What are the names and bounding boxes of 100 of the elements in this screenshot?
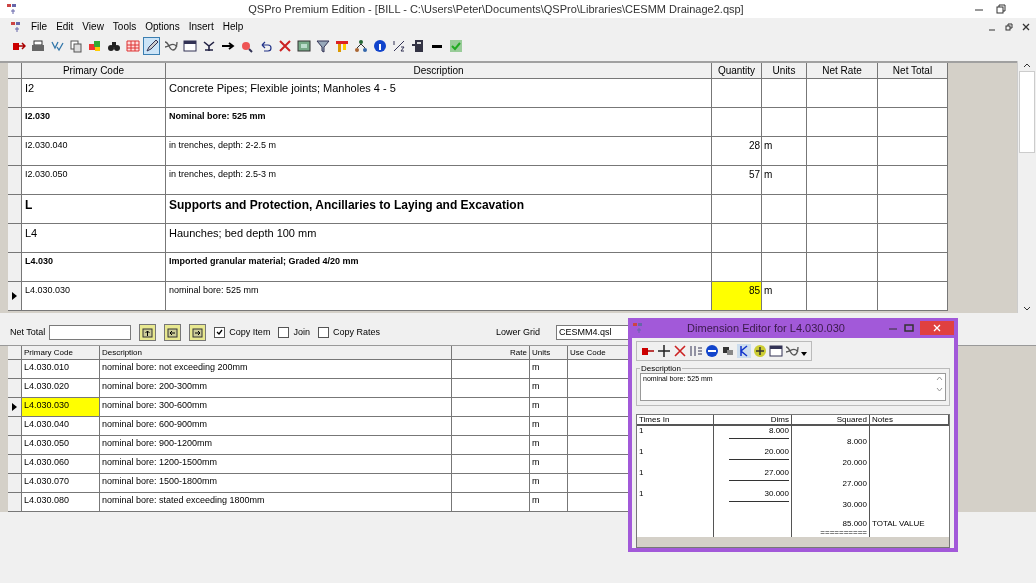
maximize-icon[interactable]: [904, 323, 914, 333]
column-header[interactable]: Description: [100, 346, 452, 360]
column-header[interactable]: Notes: [870, 415, 949, 424]
table-cell: [762, 108, 807, 137]
table-cell: Concrete Pipes; Flexible joints; Manholes 4 - 5: [166, 79, 712, 108]
window-icon: [769, 344, 783, 358]
checkmark-icon: [448, 39, 463, 53]
table-cell: Nominal bore: 525 mm: [166, 108, 712, 137]
table-cell: [878, 253, 948, 282]
column-header[interactable]: Primary Code: [22, 346, 100, 360]
column-header[interactable]: Quantity: [712, 63, 762, 79]
restore-icon[interactable]: [996, 4, 1006, 14]
frame-icon: [296, 39, 311, 53]
table-cell: [878, 195, 948, 224]
table-cell: [807, 224, 878, 253]
table-cell: nominal bore: 600-900mm: [100, 417, 452, 436]
table-cell: m: [530, 398, 568, 417]
table-cell: 30.000: [842, 500, 867, 509]
navigation-button[interactable]: [139, 323, 157, 341]
k-icon: [737, 344, 751, 358]
table-cell: nominal bore: 1200-1500mm: [100, 455, 452, 474]
table-cell: 1: [639, 489, 644, 498]
table-cell: [568, 493, 630, 512]
grid-icon: [125, 39, 140, 53]
table-cell: nominal bore: not exceeding 200mm: [100, 360, 452, 379]
toolbar-button[interactable]: [314, 37, 331, 55]
checkbox[interactable]: [214, 326, 226, 338]
checkbox[interactable]: [317, 326, 329, 338]
table-cell: [807, 108, 878, 137]
table-cell: [878, 282, 948, 311]
table-cell: L: [22, 195, 166, 224]
net-total-field[interactable]: [49, 324, 132, 340]
table-cell: nominal bore: 200-300mm: [100, 379, 452, 398]
stack-icon: [721, 344, 735, 358]
column-header[interactable]: Net Rate: [807, 63, 878, 79]
toolbar-button[interactable]: [371, 37, 388, 55]
table-cell: [807, 282, 878, 311]
column-header[interactable]: Primary Code: [22, 63, 166, 79]
field-label: Lower Grid: [495, 327, 540, 337]
bars-icon: [334, 39, 349, 53]
scroll-arrows-icon: [936, 375, 943, 393]
restore-icon[interactable]: [1005, 22, 1013, 31]
column-header[interactable]: Rate: [452, 346, 530, 360]
table-cell: Haunches; bed depth 100 mm: [166, 224, 712, 253]
column-header[interactable]: Use Code: [568, 346, 630, 360]
toolbar-button[interactable]: [143, 37, 160, 55]
table-cell: I2: [22, 79, 166, 108]
menu-item[interactable]: Insert: [188, 21, 214, 32]
table-cell: nominal bore: 300-600mm: [100, 398, 452, 417]
column-header[interactable]: Dims: [714, 415, 792, 424]
table-cell: ==========: [820, 528, 867, 537]
columns-icon: [689, 344, 703, 358]
toolbar-button[interactable]: [352, 37, 369, 55]
arrow-right-icon: [220, 39, 235, 53]
scroll-down-icon[interactable]: [1023, 305, 1031, 313]
table-cell: [807, 137, 878, 166]
table-cell: [878, 166, 948, 195]
table-cell: [568, 455, 630, 474]
menu-item[interactable]: Edit: [56, 21, 74, 32]
fraction-icon: [391, 39, 406, 53]
table-cell: nominal bore: 900-1200mm: [100, 436, 452, 455]
menu-item[interactable]: View: [82, 21, 104, 32]
column-header[interactable]: Squared: [792, 415, 870, 424]
table-cell: m: [530, 436, 568, 455]
table-cell: 27.000: [764, 468, 789, 477]
column-header[interactable]: Units: [530, 346, 568, 360]
checkbox[interactable]: [278, 326, 290, 338]
navigation-button[interactable]: [164, 323, 182, 341]
checkbox-label: Copy Rates: [332, 327, 380, 337]
table-cell: [807, 166, 878, 195]
column-header[interactable]: Units: [762, 63, 807, 79]
column-header[interactable]: Description: [166, 63, 712, 79]
table-cell: L4.030.040: [22, 417, 100, 436]
table-cell: [762, 224, 807, 253]
close-icon[interactable]: [1022, 22, 1030, 31]
menu-item[interactable]: Tools: [112, 21, 137, 32]
navigation-button[interactable]: [189, 323, 207, 341]
table-cell: 85: [712, 282, 762, 311]
table-cell: I2.030.050: [22, 166, 166, 195]
toolbar-button[interactable]: [181, 37, 198, 55]
table-cell: 28: [712, 137, 762, 166]
caret-icon: [801, 352, 807, 356]
menu-item[interactable]: Options: [145, 21, 180, 32]
row-header[interactable]: [8, 398, 22, 417]
table-cell: 57: [712, 166, 762, 195]
scroll-up-icon[interactable]: [1023, 61, 1031, 69]
row-header[interactable]: [8, 282, 22, 311]
table-cell: [762, 79, 807, 108]
table-cell: m: [530, 493, 568, 512]
menu-item[interactable]: File: [31, 21, 48, 32]
table-cell: [807, 195, 878, 224]
plus-circle-icon: [753, 344, 767, 358]
column-header[interactable]: Net Total: [878, 63, 948, 79]
table-cell: [807, 253, 878, 282]
table-cell: 20.000: [764, 447, 789, 456]
menu-item[interactable]: Help: [222, 21, 244, 32]
close-button[interactable]: [920, 321, 954, 335]
column-header[interactable]: Times In: [637, 415, 714, 424]
app-icon: [632, 322, 644, 334]
binoculars-icon: [106, 39, 121, 53]
